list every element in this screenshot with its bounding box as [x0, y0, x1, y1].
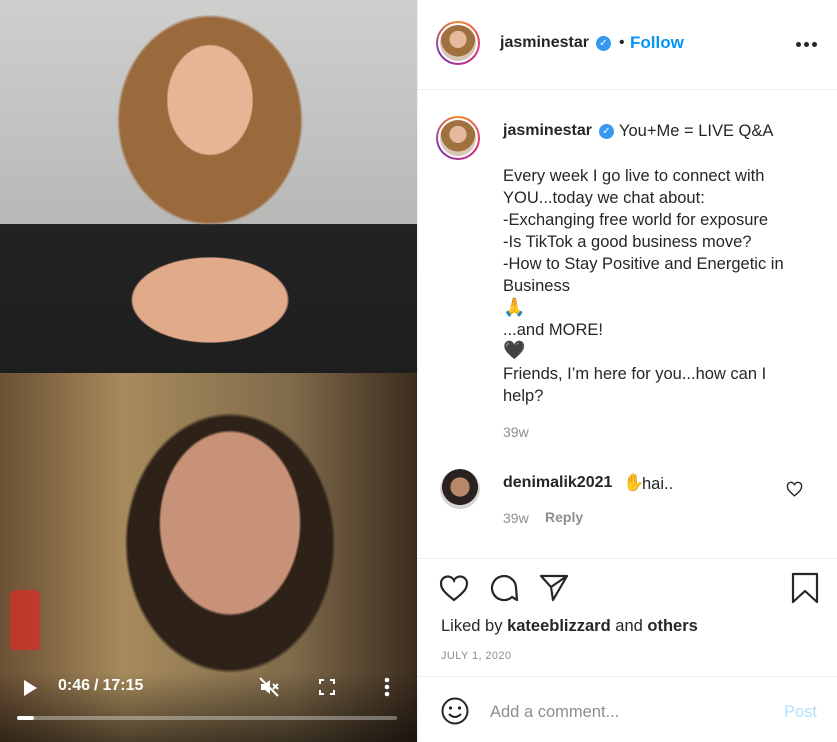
caption-line: Every week I go live to connect with [503, 167, 765, 185]
caption-line: -Exchanging free world for exposure [503, 211, 769, 229]
reply-button[interactable]: Reply [545, 509, 583, 525]
liked-by-text: Liked by kateeblizzard and others [441, 617, 698, 636]
caption-title: You+Me = LIVE Q&A [619, 122, 774, 140]
mute-button[interactable] [256, 674, 282, 700]
commenter-avatar[interactable] [440, 469, 480, 509]
caption-line: -How to Stay Positive and Energetic in [503, 255, 784, 273]
post-button[interactable]: Post [784, 703, 817, 722]
live-guest-top-frame [0, 0, 417, 373]
caption-line: -Is TikTok a good business move? [503, 233, 752, 251]
duration: 17:15 [102, 677, 144, 694]
liked-by-prefix: Liked by [441, 617, 503, 635]
fullscreen-button[interactable] [316, 676, 338, 698]
comment-like-heart-icon[interactable] [786, 481, 803, 498]
video-timestamp: 0:46 / 17:15 [58, 677, 143, 695]
liked-by-and: and [615, 617, 643, 635]
caption-time-ago[interactable]: 39w [503, 424, 529, 440]
verified-badge-icon: ✓ [596, 36, 611, 51]
comment-time-ago[interactable]: 39w [503, 510, 529, 526]
caption-line: ...and MORE! [503, 321, 603, 339]
video-progress-bar[interactable] [17, 716, 397, 720]
fullscreen-icon [319, 679, 335, 695]
caption-line: YOU...today we chat about: [503, 189, 705, 207]
mute-icon [259, 677, 279, 697]
comment-bubble-icon[interactable] [488, 572, 520, 604]
save-bookmark-icon[interactable] [789, 572, 821, 604]
add-comment-input[interactable] [490, 699, 760, 725]
current-time: 0:46 [58, 677, 91, 694]
comment-text: hai.. [642, 475, 674, 493]
caption-line: Business [503, 277, 570, 295]
folded-hands-emoji: 🙏 [503, 297, 526, 317]
emoji-smiley-icon[interactable] [440, 696, 470, 726]
more-options-icon[interactable] [796, 36, 820, 52]
play-icon [24, 680, 37, 696]
author-avatar-image [438, 23, 478, 63]
time-separator: / [94, 677, 99, 694]
caption-line: Friends, I’m here for you...how can I [503, 365, 767, 383]
post-side-panel: jasminestar ✓ • Follow jasminestar ✓ You… [417, 0, 837, 742]
separator-dot: • [619, 34, 625, 51]
add-comment-bar: Post [418, 676, 837, 742]
caption-author-avatar-image [438, 118, 478, 158]
video-player[interactable]: 0:46 / 17:15 [0, 0, 417, 742]
liked-by-others[interactable]: others [647, 617, 697, 635]
background-bottle [10, 590, 40, 650]
author-username[interactable]: jasminestar [500, 34, 589, 52]
post-header: jasminestar ✓ • Follow [418, 0, 837, 90]
commenter-username[interactable]: denimalik2021 [503, 474, 612, 492]
caption-username[interactable]: jasminestar [503, 122, 592, 140]
black-heart-emoji: 🖤 [503, 340, 526, 360]
post-actions [418, 558, 837, 559]
follow-button[interactable]: Follow [630, 33, 684, 53]
share-paper-plane-icon[interactable] [538, 572, 570, 604]
post-date[interactable]: JULY 1, 2020 [441, 650, 511, 662]
more-vertical-icon [384, 677, 390, 697]
caption-author-avatar[interactable] [436, 116, 480, 160]
liked-by-user[interactable]: kateeblizzard [507, 617, 611, 635]
author-avatar[interactable] [436, 21, 480, 65]
like-heart-icon[interactable] [438, 572, 470, 604]
video-more-button[interactable] [377, 674, 397, 700]
raised-hand-emoji: ✋ [623, 473, 645, 492]
caption-line: help? [503, 387, 544, 405]
video-progress-fill [17, 716, 34, 720]
caption-verified-badge-icon: ✓ [599, 124, 614, 139]
play-button[interactable] [18, 676, 42, 700]
